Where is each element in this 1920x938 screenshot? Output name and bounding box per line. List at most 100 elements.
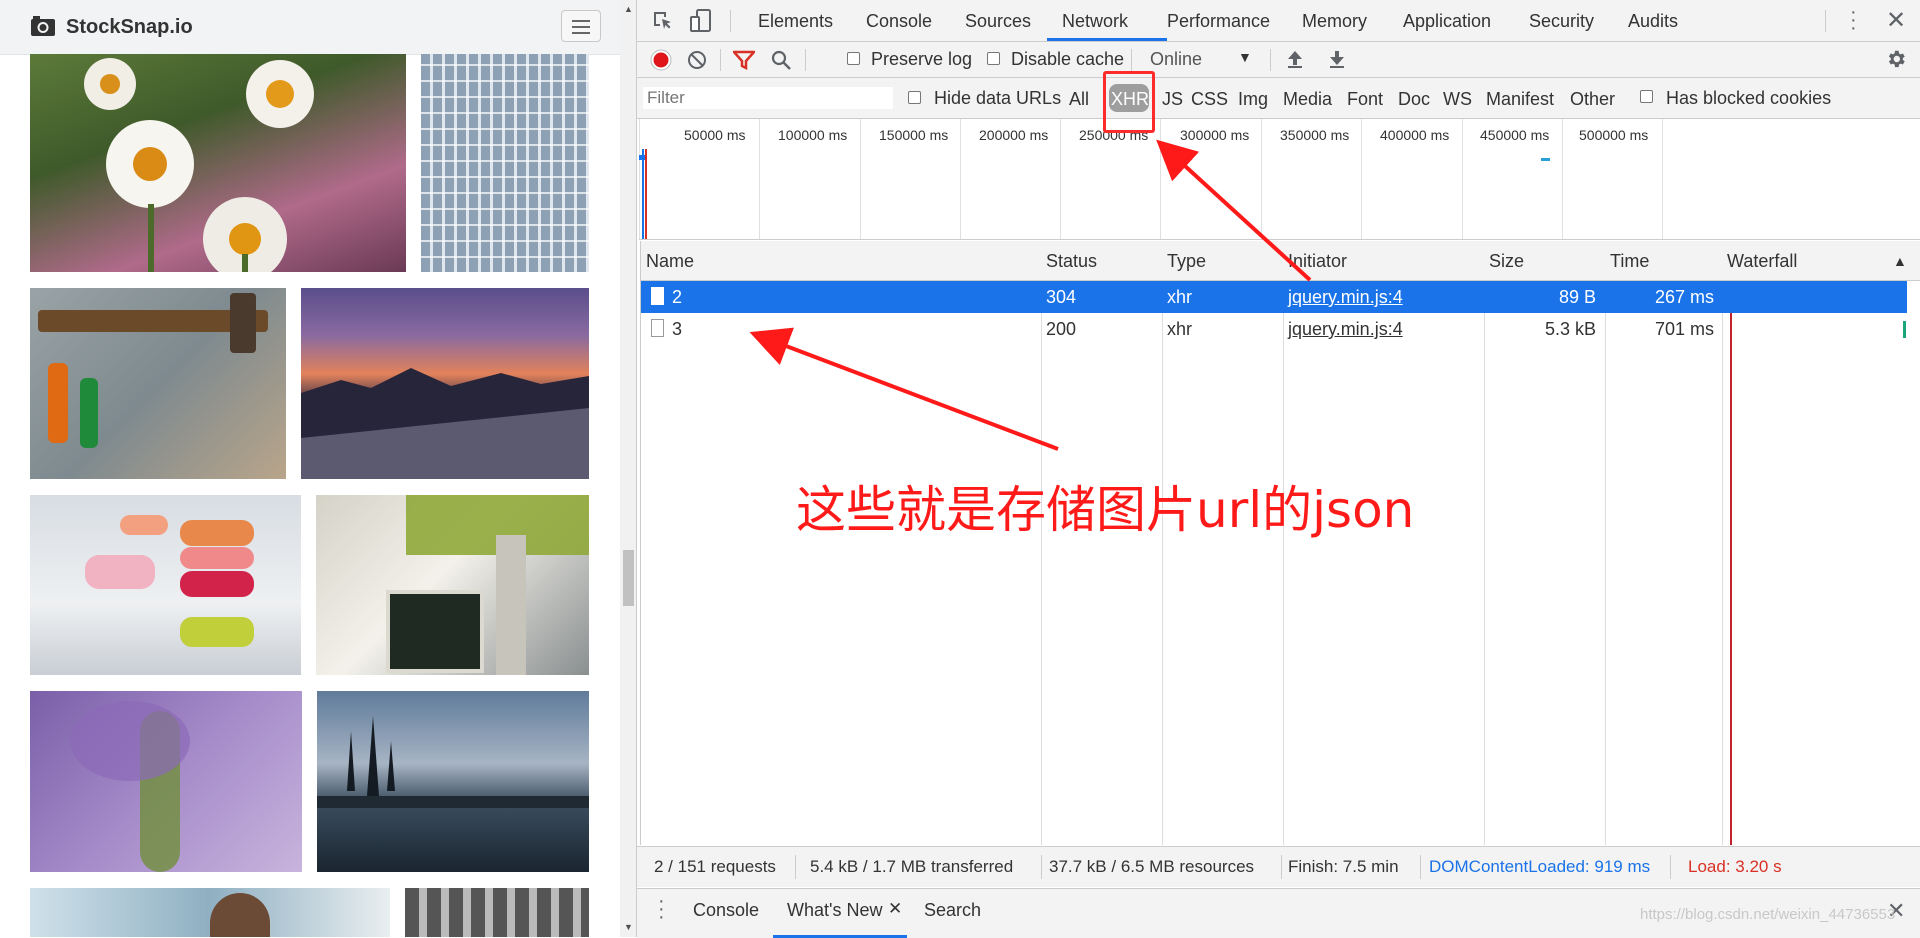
tab-console[interactable]: Console [866,11,932,32]
preserve-log-checkbox[interactable] [847,52,860,65]
table-row[interactable]: 3 200 xhr jquery.min.js:4 5.3 kB 701 ms [641,313,1907,345]
tab-audits[interactable]: Audits [1628,11,1678,32]
has-blocked-cookies-label[interactable]: Has blocked cookies [1666,88,1831,109]
photo-rusty-hammer[interactable] [30,288,286,479]
filter-type-manifest[interactable]: Manifest [1486,89,1554,110]
watermark: https://blog.csdn.net/weixin_44736553 [1640,906,1896,923]
overview-request-bar [1541,158,1550,161]
timeline-tick: 100000 ms [778,127,848,143]
tab-security[interactable]: Security [1529,11,1594,32]
clear-icon[interactable] [687,50,707,70]
search-icon[interactable] [771,50,791,70]
filter-type-font[interactable]: Font [1347,89,1383,110]
disable-cache-label[interactable]: Disable cache [1011,49,1124,70]
filter-type-media[interactable]: Media [1283,89,1332,110]
cell-time: 701 ms [1654,319,1714,339]
throttling-select[interactable]: Online [1150,49,1202,70]
column-header-name[interactable]: Name [646,251,694,272]
preserve-log-label[interactable]: Preserve log [871,49,972,70]
table-row[interactable]: 2 304 xhr jquery.min.js:4 89 B 267 ms [641,281,1907,313]
column-header-size[interactable]: Size [1489,251,1524,272]
photo-office-man[interactable] [30,888,390,937]
disable-cache-checkbox[interactable] [987,52,1000,65]
export-har-icon[interactable] [1328,49,1346,69]
network-filter-bar: Hide data URLs All XHR JS CSS Img Media … [637,78,1920,119]
filter-type-js[interactable]: JS [1162,89,1183,110]
drawer-tab-console[interactable]: Console [693,900,759,921]
filter-icon[interactable] [733,50,755,70]
cell-size: 5.3 kB [1544,319,1596,339]
more-options-icon[interactable]: · · · [1850,2,1857,38]
sort-ascending-icon[interactable]: ▲ [1893,253,1907,269]
timeline-tick: 400000 ms [1380,127,1450,143]
photo-bw-street[interactable] [405,888,589,937]
filter-type-doc[interactable]: Doc [1398,89,1430,110]
menu-toggle-button[interactable] [561,10,601,42]
filter-type-css[interactable]: CSS [1191,89,1228,110]
close-devtools-icon[interactable]: ✕ [1886,6,1906,35]
network-overview-timeline[interactable]: 50000 ms 100000 ms 150000 ms 200000 ms 2… [639,119,1920,240]
column-header-type[interactable]: Type [1167,251,1206,272]
timeline-tick: 450000 ms [1480,127,1550,143]
devtools-tab-strip: Elements Console Sources Network Perform… [637,0,1920,42]
network-toolbar: Preserve log Disable cache Online ▼ [637,42,1920,78]
inspect-element-icon[interactable] [651,9,675,33]
site-name[interactable]: StockSnap.io [66,16,193,39]
photo-mountain-sunset[interactable] [301,288,589,479]
column-header-initiator[interactable]: Initiator [1288,251,1347,272]
column-header-time[interactable]: Time [1610,251,1649,272]
overview-dcl-marker [642,149,644,239]
photo-stone-building-window[interactable] [316,495,589,675]
cell-initiator-link[interactable]: jquery.min.js:4 [1288,319,1403,340]
page-scrollbar[interactable]: ▲ ▼ [620,0,636,937]
drawer-tab-search[interactable]: Search [924,900,981,921]
timeline-tick: 500000 ms [1579,127,1649,143]
devtools-panel: Elements Console Sources Network Perform… [637,0,1920,938]
timeline-tick: 150000 ms [879,127,949,143]
filter-type-other[interactable]: Other [1570,89,1615,110]
network-request-table: Name Status Type Initiator Size Time Wat… [640,241,1920,845]
hide-data-urls-checkbox[interactable] [908,91,921,104]
tab-network[interactable]: Network [1062,11,1128,32]
photo-daisies[interactable] [30,54,406,272]
cell-initiator-link[interactable]: jquery.min.js:4 [1288,287,1403,308]
table-header: Name Status Type Initiator Size Time Wat… [641,241,1920,281]
hide-data-urls-label[interactable]: Hide data URLs [934,88,1061,109]
page-scrollbar-thumb[interactable] [623,550,634,606]
import-har-icon[interactable] [1286,49,1304,69]
filter-type-ws[interactable]: WS [1443,89,1472,110]
tab-sources[interactable]: Sources [965,11,1031,32]
close-tab-icon[interactable]: ✕ [888,899,902,919]
cell-status: 304 [1046,287,1077,307]
filter-type-all[interactable]: All [1069,89,1089,110]
photo-macarons[interactable] [30,495,301,675]
timeline-tick: 50000 ms [684,127,746,143]
drawer-tab-whats-new[interactable]: What's New [787,900,882,921]
drawer-menu-icon[interactable]: · · · [658,891,665,927]
timeline-tick: 200000 ms [979,127,1049,143]
photo-lake-trees[interactable] [317,691,589,872]
cell-name[interactable]: 3 [672,319,682,340]
annotation-text: 这些就是存储图片url的json [796,481,1415,539]
chevron-down-icon[interactable]: ▼ [1238,49,1252,65]
summary-domcontentloaded: DOMContentLoaded: 919 ms [1429,857,1651,876]
cell-name[interactable]: 2 [672,287,682,308]
settings-gear-icon[interactable] [1885,48,1907,70]
tab-application[interactable]: Application [1403,11,1491,32]
photo-purple-flower[interactable] [30,691,302,872]
camera-logo-icon[interactable] [30,15,56,37]
cell-status: 200 [1046,319,1077,339]
cell-type: xhr [1167,287,1193,307]
device-toolbar-icon[interactable] [689,8,713,34]
photo-building-facade[interactable] [421,54,589,272]
filter-input[interactable] [643,87,893,109]
column-header-waterfall[interactable]: Waterfall [1727,251,1797,272]
tab-performance[interactable]: Performance [1167,11,1270,32]
column-header-status[interactable]: Status [1046,251,1097,272]
filter-type-img[interactable]: Img [1238,89,1268,110]
tab-elements[interactable]: Elements [758,11,833,32]
site-header: StockSnap.io [0,0,620,55]
tab-memory[interactable]: Memory [1302,11,1367,32]
has-blocked-cookies-checkbox[interactable] [1640,90,1653,103]
record-icon[interactable] [650,49,672,71]
